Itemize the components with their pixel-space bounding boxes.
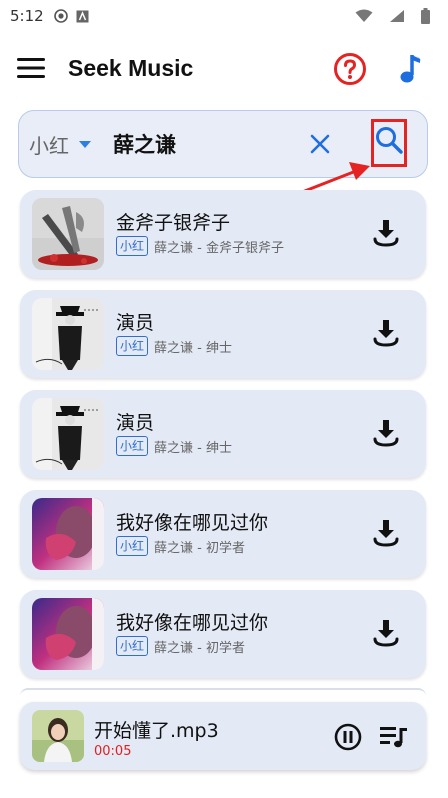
- notification-icon: [76, 10, 89, 23]
- song-title: 演员: [116, 412, 155, 434]
- player-track-title: 开始懂了.mp3: [94, 720, 219, 742]
- music-note-icon[interactable]: [398, 52, 426, 90]
- app-title: Seek Music: [68, 54, 194, 81]
- battery-icon: [421, 8, 430, 24]
- song-title: 金斧子银斧子: [116, 212, 231, 234]
- album-cover: [32, 598, 104, 670]
- song-subtitle: 薛之谦 - 金斧子银斧子: [154, 240, 284, 256]
- mini-player[interactable]: 开始懂了.mp3 00:05: [20, 702, 426, 770]
- source-badge: 小红: [116, 636, 149, 656]
- song-card[interactable]: 我好像在哪见过你 小红 薛之谦 - 初学者: [20, 490, 426, 578]
- search-button[interactable]: [371, 119, 407, 167]
- album-cover: [32, 298, 104, 370]
- song-card[interactable]: 演员 小红 薛之谦 - 绅士: [20, 390, 426, 478]
- download-icon[interactable]: [372, 318, 400, 352]
- song-meta: 小红 薛之谦 - 绅士: [116, 436, 232, 456]
- download-icon[interactable]: [372, 418, 400, 452]
- record-icon: [53, 9, 68, 23]
- album-cover: [32, 398, 104, 470]
- clear-icon[interactable]: [309, 133, 331, 159]
- song-meta: 小红 薛之谦 - 金斧子银斧子: [116, 236, 284, 256]
- search-bar: 小红 薛之谦: [18, 110, 428, 178]
- album-cover: [32, 198, 104, 270]
- song-subtitle: 薛之谦 - 绅士: [154, 440, 232, 456]
- song-subtitle: 薛之谦 - 初学者: [154, 540, 245, 556]
- player-elapsed-time: 00:05: [94, 744, 132, 759]
- list-item-partial: [20, 688, 426, 696]
- status-time: 5:12: [10, 7, 44, 25]
- song-card[interactable]: 演员 小红 薛之谦 - 绅士: [20, 290, 426, 378]
- download-icon[interactable]: [372, 618, 400, 652]
- search-icon: [375, 126, 403, 160]
- source-badge: 小红: [116, 236, 149, 256]
- source-badge: 小红: [116, 536, 149, 556]
- album-cover: [32, 498, 104, 570]
- source-badge: 小红: [116, 436, 149, 456]
- download-icon[interactable]: [372, 518, 400, 552]
- song-meta: 小红 薛之谦 - 绅士: [116, 336, 232, 356]
- download-icon[interactable]: [372, 218, 400, 252]
- source-badge: 小红: [116, 336, 149, 356]
- search-input[interactable]: 薛之谦: [113, 129, 176, 159]
- song-card[interactable]: 金斧子银斧子 小红 薛之谦 - 金斧子银斧子: [20, 190, 426, 278]
- song-subtitle: 薛之谦 - 初学者: [154, 640, 245, 656]
- song-title: 我好像在哪见过你: [116, 612, 269, 634]
- player-cover: [32, 710, 84, 762]
- song-card[interactable]: 我好像在哪见过你 小红 薛之谦 - 初学者: [20, 590, 426, 678]
- pause-icon[interactable]: [334, 723, 362, 755]
- queue-icon[interactable]: [380, 724, 408, 754]
- song-title: 演员: [116, 312, 155, 334]
- app-bar: Seek Music: [0, 40, 448, 96]
- status-bar: 5:12: [0, 0, 448, 32]
- signal-icon: [389, 9, 405, 23]
- song-meta: 小红 薛之谦 - 初学者: [116, 636, 245, 656]
- source-label: 小红: [29, 133, 69, 158]
- menu-icon[interactable]: [16, 53, 46, 83]
- song-title: 我好像在哪见过你: [116, 512, 269, 534]
- help-icon[interactable]: [333, 52, 367, 90]
- wifi-icon: [355, 9, 373, 23]
- source-dropdown[interactable]: 小红: [29, 130, 91, 159]
- song-meta: 小红 薛之谦 - 初学者: [116, 536, 245, 556]
- song-subtitle: 薛之谦 - 绅士: [154, 340, 232, 356]
- dropdown-icon: [79, 140, 91, 148]
